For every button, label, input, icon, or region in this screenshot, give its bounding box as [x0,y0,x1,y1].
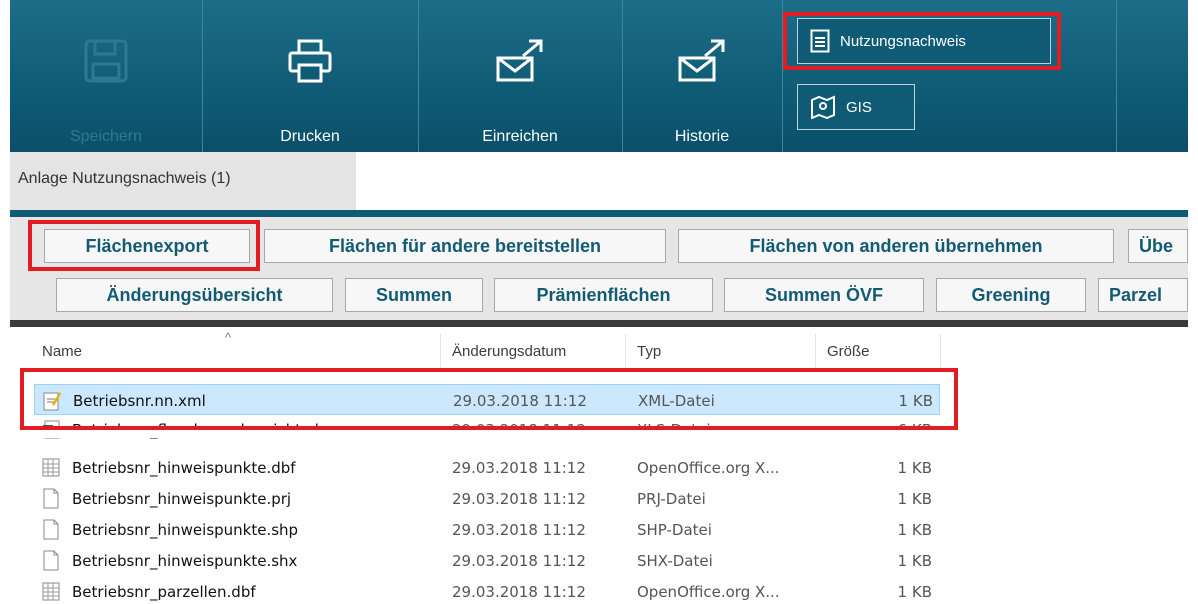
column-header-name[interactable]: Name [42,343,82,360]
file-name: Betriebsnr_hinweispunkte.shx [72,552,298,570]
aenderungsuebersicht-button[interactable]: Änderungsübersicht [56,278,333,312]
gis-label: GIS [846,98,872,116]
map-icon [811,95,835,119]
parzellen-label: Parzel [1109,284,1163,305]
column-header-size[interactable]: Größe [827,343,870,360]
column-divider[interactable] [940,334,941,372]
parzellen-button[interactable]: Parzel [1098,278,1188,312]
printer-icon [288,39,332,83]
tab-label: Anlage Nutzungsnachweis (1) [18,170,231,187]
sort-ascending-icon: ^ [225,330,232,345]
print-button[interactable]: Drucken [202,0,419,152]
file-name: Betriebsnr_hinweispunkte.shp [72,521,299,539]
flaechen-bereitstellen-button[interactable]: Flächen für andere bereitstellen [264,229,666,263]
blank-file-icon [43,519,59,540]
floppy-disk-icon [84,39,128,83]
spreadsheet-file-icon [42,582,60,601]
file-row[interactable]: Betriebsnr_hinweispunkte.shp 29.03.2018 … [34,514,940,545]
file-type: OpenOffice.org X... [637,459,780,477]
column-divider[interactable] [440,334,441,372]
file-date: 29.03.2018 11:12 [452,490,586,508]
file-date: 29.03.2018 11:12 [452,552,586,570]
toolbar-top-border [10,210,1188,217]
file-size: 1 KB [897,583,932,601]
file-type: SHP-Datei [637,521,712,539]
file-name: Betriebsnr_hinweispunkte.prj [72,490,292,508]
file-date: 29.03.2018 11:12 [452,583,586,601]
praemienflaechen-button[interactable]: Prämienflächen [494,278,713,312]
file-type: SHX-Datei [637,552,713,570]
file-row[interactable]: Betriebsnr_hinweispunkte.shx 29.03.2018 … [34,545,940,576]
blank-file-icon [43,488,59,509]
send-mail-icon [496,39,543,82]
flaechen-uebernehmen-label: Flächen von anderen übernehmen [749,235,1043,256]
highlight-box [28,220,260,271]
file-name: Betriebsnr_parzellen.dbf [72,583,256,601]
history-label: Historie [674,128,730,145]
file-size: 1 KB [897,552,932,570]
file-size: 1 KB [897,521,932,539]
praemienflaechen-label: Prämienflächen [536,284,671,305]
highlight-box [20,368,958,430]
file-size: 1 KB [897,459,932,477]
column-header-date[interactable]: Änderungsdatum [452,343,566,360]
summen-button[interactable]: Summen [345,278,483,312]
column-divider[interactable] [815,334,816,372]
summen-label: Summen [375,284,453,305]
column-header-type[interactable]: Typ [637,343,661,360]
uebersicht-label: Übe [1139,235,1174,256]
summen-oevf-button[interactable]: Summen ÖVF [724,278,924,312]
blank-file-icon [43,550,59,571]
gis-button[interactable]: GIS [797,84,915,130]
flaechen-bereitstellen-label: Flächen für andere bereitstellen [328,235,602,256]
submit-label: Einreichen [482,128,558,145]
aenderungsuebersicht-label: Änderungsübersicht [106,284,283,305]
file-type: OpenOffice.org X... [637,583,780,601]
file-type: PRJ-Datei [637,490,706,508]
file-row[interactable]: Betriebsnr_hinweispunkte.prj 29.03.2018 … [34,483,940,514]
submit-button[interactable]: Einreichen [418,0,623,152]
summen-oevf-label: Summen ÖVF [764,284,884,305]
greening-label: Greening [971,284,1051,305]
file-size: 1 KB [897,490,932,508]
highlight-box [783,12,1061,70]
spreadsheet-file-icon [42,458,60,477]
file-row[interactable]: Betriebsnr_parzellen.dbf 29.03.2018 11:1… [34,576,940,604]
file-date: 29.03.2018 11:12 [452,459,586,477]
file-date: 29.03.2018 11:12 [452,521,586,539]
file-row[interactable]: Betriebsnr_hinweispunkte.dbf 29.03.2018 … [34,452,940,483]
print-label: Drucken [280,128,340,145]
send-mail-icon [678,39,725,82]
uebersicht-button[interactable]: Übe [1128,229,1188,263]
flaechen-uebernehmen-button[interactable]: Flächen von anderen übernehmen [678,229,1114,263]
cover-strip [20,430,958,438]
history-button[interactable]: Historie [622,0,783,152]
column-divider[interactable] [625,334,626,372]
greening-button[interactable]: Greening [936,278,1086,312]
toolbar-bottom-border [10,320,1188,327]
save-button[interactable]: Speichern [10,0,203,152]
file-name: Betriebsnr_hinweispunkte.dbf [72,459,296,477]
save-label: Speichern [69,128,143,145]
tab-anlage-nutzungsnachweis[interactable]: Anlage Nutzungsnachweis (1) [10,152,356,210]
